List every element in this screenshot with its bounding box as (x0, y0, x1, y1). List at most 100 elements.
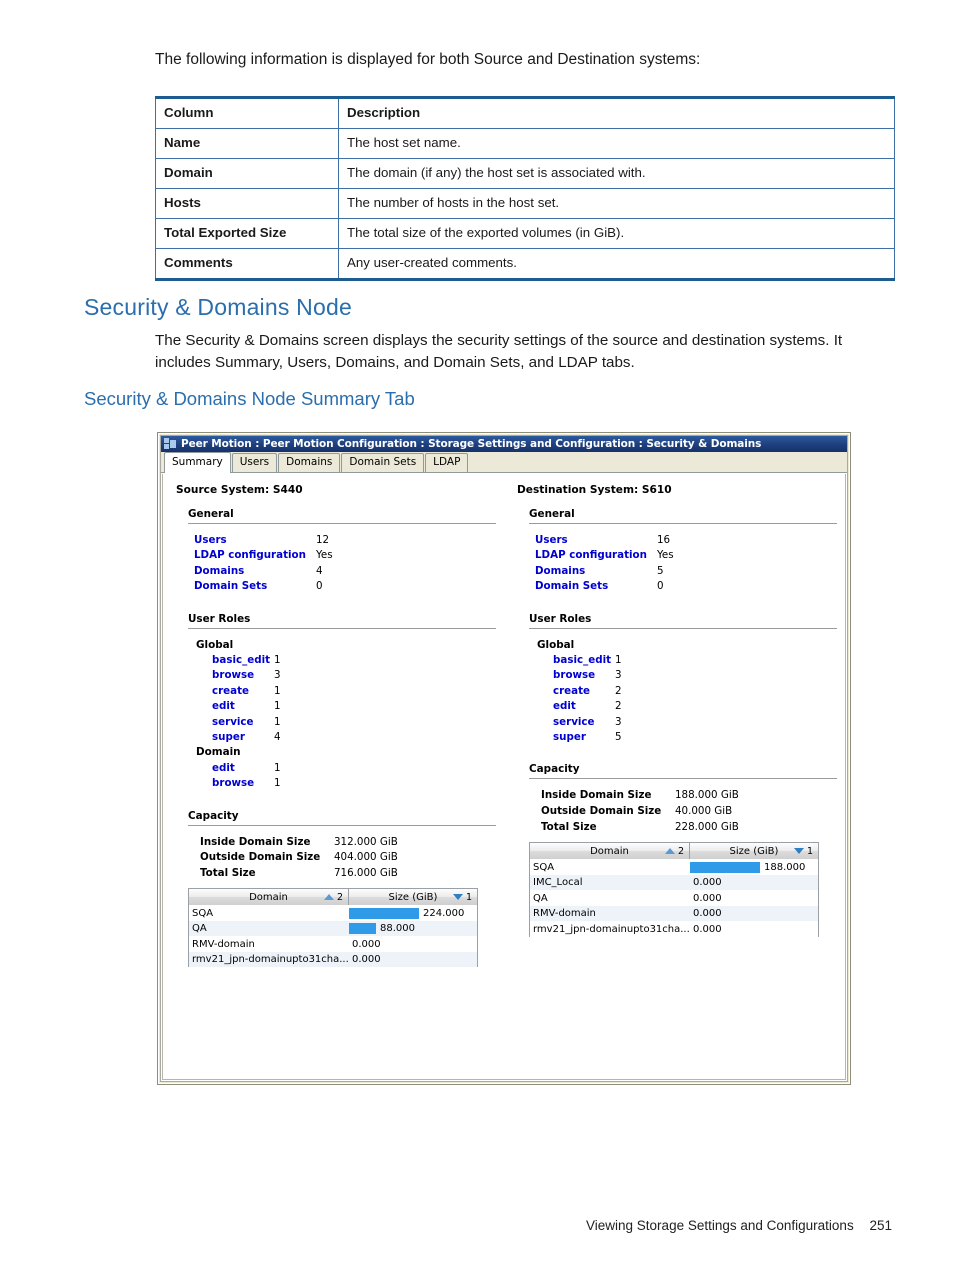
tab-domain-sets[interactable]: Domain Sets (341, 453, 425, 472)
capacity-value: 40.000 GiB (675, 805, 733, 818)
source-system-title: Source System: S440 (176, 484, 303, 496)
general-item-label[interactable]: Users (194, 533, 316, 548)
destination-domain-grid[interactable]: Domain 2 Size (GiB) 1 SQA 188.000 IMC_Local 0.0… (529, 842, 819, 937)
grid-cell-size: 0.000 (349, 952, 477, 968)
systems-panes: Source System: S440 General Users 12 LDAP … (163, 474, 845, 968)
role-label[interactable]: edit (212, 699, 274, 714)
section-divider (529, 627, 837, 629)
general-item-label[interactable]: LDAP configuration (194, 548, 316, 563)
role-label[interactable]: super (212, 730, 274, 745)
application-icon (164, 438, 177, 450)
role-count: 1 (274, 700, 281, 713)
grid-cell-size: 88.000 (349, 921, 477, 937)
destination-user-roles-heading: User Roles (529, 612, 592, 625)
grid-row[interactable]: SQA 224.000 (189, 905, 477, 921)
grid-header-size[interactable]: Size (GiB) 1 (690, 843, 818, 859)
role-label[interactable]: service (212, 715, 274, 730)
size-value: 0.000 (693, 908, 722, 919)
size-bar (690, 861, 760, 873)
grid-row[interactable]: SQA 188.000 (530, 859, 818, 875)
destination-user-roles-list: Global basic_edit 1 browse 3 create 2 edit 2 serv… (535, 638, 837, 746)
table-cell-description: The total size of the exported volumes (… (338, 217, 895, 249)
table-cell-description: The host set name. (338, 127, 895, 159)
role-item: edit 1 (212, 699, 496, 714)
tab-ldap[interactable]: LDAP (425, 453, 469, 472)
role-label[interactable]: browse (553, 668, 615, 683)
role-count: 1 (615, 654, 622, 667)
grid-header-label: Size (GiB) (729, 845, 779, 857)
role-item: super 5 (553, 730, 837, 745)
role-label[interactable]: super (553, 730, 615, 745)
role-count: 1 (274, 715, 281, 728)
destination-general-list: Users 16 LDAP configuration Yes Domains 5 Doma… (535, 533, 837, 595)
role-label[interactable]: create (212, 684, 274, 699)
role-group-label: Global (196, 638, 234, 651)
table-header-cell: Column (155, 96, 339, 129)
sort-indicator-size: 1 (452, 892, 472, 903)
section-divider (188, 523, 496, 524)
tab-summary[interactable]: Summary (164, 452, 231, 473)
grid-header-domain[interactable]: Domain 2 (530, 843, 690, 860)
grid-row[interactable]: QA 88.000 (189, 920, 477, 937)
grid-header-size[interactable]: Size (GiB) 1 (349, 889, 477, 905)
general-item-label[interactable]: Domains (535, 564, 657, 579)
section-divider (529, 523, 837, 524)
general-item-value: Yes (657, 549, 674, 562)
destination-capacity-summary: Inside Domain Size 188.000 GiB Outside Dom… (535, 788, 837, 835)
role-label[interactable]: browse (212, 776, 274, 791)
column-description-table: Column Description Name The host set name. D… (155, 96, 895, 281)
role-count: 3 (615, 669, 622, 682)
general-item-value: Yes (316, 549, 333, 562)
capacity-item: Total Size 228.000 GiB (541, 820, 837, 836)
grid-header-row: Domain 2 Size (GiB) 1 (530, 843, 818, 860)
role-item: edit 1 (212, 761, 496, 776)
destination-system-title: Destination System: S610 (517, 484, 672, 496)
role-count: 2 (615, 684, 622, 697)
grid-row[interactable]: rmv21_jpn-domainupto31cha... 0.000 (189, 951, 477, 968)
role-group-label: Global (537, 638, 575, 651)
source-domain-grid[interactable]: Domain 2 Size (GiB) 1 SQA 224.000 QA 88.000 RMV-… (188, 888, 478, 968)
grid-header-domain[interactable]: Domain 2 (189, 889, 349, 906)
grid-header-label: Domain (590, 845, 629, 857)
grid-cell-size: 0.000 (690, 890, 818, 906)
table-cell-description: The domain (if any) the host set is asso… (338, 157, 895, 189)
role-item: browse 3 (553, 668, 837, 683)
sort-descending-icon (793, 848, 804, 855)
general-item-label[interactable]: Domains (194, 564, 316, 579)
grid-row[interactable]: IMC_Local 0.000 (530, 874, 818, 891)
capacity-value: 404.000 GiB (334, 851, 398, 864)
role-item: service 3 (553, 715, 837, 730)
role-label[interactable]: browse (212, 668, 274, 683)
general-item-value: 16 (657, 534, 671, 546)
capacity-label: Total Size (541, 820, 597, 833)
window-inner-frame: Peer Motion : Peer Motion Configuration … (160, 435, 848, 1082)
grid-row[interactable]: RMV-domain 0.000 (530, 905, 818, 922)
role-label[interactable]: edit (553, 699, 615, 714)
size-value: 88.000 (380, 923, 415, 935)
role-count: 2 (615, 700, 622, 713)
role-label[interactable]: edit (212, 761, 274, 776)
role-label[interactable]: basic_edit (212, 653, 274, 668)
grid-cell-domain: RMV-domain (192, 938, 255, 950)
capacity-item: Outside Domain Size 404.000 GiB (200, 850, 496, 866)
role-label[interactable]: service (553, 715, 615, 730)
grid-row[interactable]: rmv21_jpn-domainupto31cha... 0.000 (530, 921, 818, 937)
summary-tab-content: Source System: S440 General Users 12 LDAP … (162, 474, 846, 1080)
general-item-label[interactable]: Domain Sets (194, 579, 316, 594)
role-label[interactable]: create (553, 684, 615, 699)
grid-row[interactable]: RMV-domain 0.000 (189, 936, 477, 952)
role-item: browse 3 (212, 668, 496, 683)
tab-users[interactable]: Users (231, 453, 278, 472)
general-item-label[interactable]: Users (535, 533, 657, 548)
table-cell-column: Hosts (155, 187, 339, 219)
general-item-label[interactable]: LDAP configuration (535, 548, 657, 563)
tab-domains[interactable]: Domains (278, 453, 341, 472)
grid-cell-size: 0.000 (690, 921, 818, 937)
grid-row[interactable]: QA 0.000 (530, 890, 818, 906)
peer-motion-window: Peer Motion : Peer Motion Configuration … (157, 432, 851, 1085)
general-item-label[interactable]: Domain Sets (535, 579, 657, 594)
grid-cell-domain: QA (533, 892, 548, 904)
table-header-row: Column Description (155, 96, 895, 129)
role-label[interactable]: basic_edit (553, 653, 615, 668)
source-capacity-section: Capacity Inside Domain Size 312.000 GiB Ou… (188, 810, 496, 968)
